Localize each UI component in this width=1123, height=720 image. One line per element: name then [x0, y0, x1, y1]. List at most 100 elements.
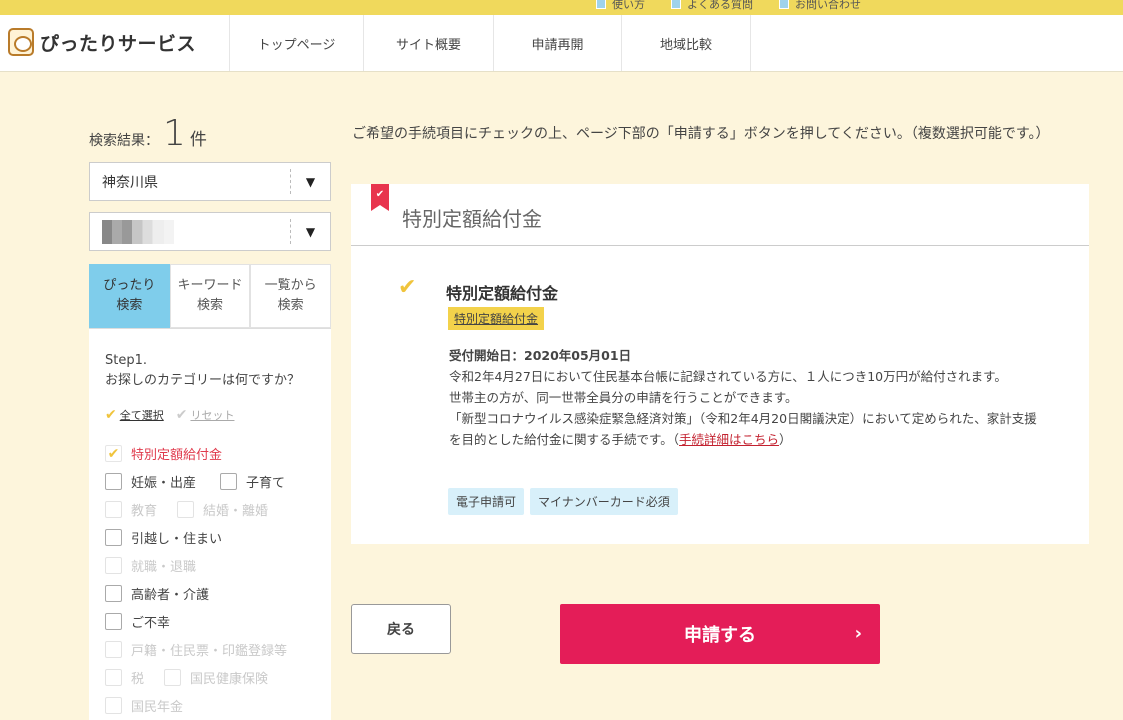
- top-strip: 使い方 よくある質問 お問い合わせ: [0, 0, 1123, 15]
- apply-label: 申請する: [684, 625, 756, 646]
- category-label: 就職・退職: [131, 560, 197, 575]
- check-icon: ✔: [107, 445, 120, 462]
- tab-label: 検索: [197, 298, 224, 313]
- site-logo[interactable]: ぴったりサービス: [8, 28, 196, 56]
- arrow-glyph: ▼: [305, 174, 316, 189]
- nav-resume-application[interactable]: 申請再開: [493, 15, 621, 71]
- description-close: ）: [779, 432, 792, 447]
- checkbox: [105, 641, 122, 658]
- result-unit: 件: [189, 130, 207, 150]
- nav-region-compare[interactable]: 地域比較: [621, 15, 751, 71]
- chevron-right-icon: ›: [854, 623, 862, 644]
- category-label: 特別定額給付金: [131, 448, 223, 463]
- start-date: 受付開始日：2020年05月01日: [449, 348, 632, 363]
- checkbox[interactable]: [105, 529, 122, 546]
- checkbox[interactable]: [105, 473, 122, 490]
- nav-label: 地域比較: [659, 37, 712, 53]
- category-bereavement[interactable]: ご不幸: [105, 612, 170, 631]
- checkbox: [105, 697, 122, 714]
- category-label: 子育て: [246, 476, 286, 491]
- result-number: 1: [163, 113, 186, 154]
- dropdown-arrow-icon: ▼: [290, 219, 330, 244]
- tab-label: 一覧から: [264, 278, 317, 293]
- checkbox: [105, 557, 122, 574]
- tab-label: ぴったり: [103, 278, 156, 293]
- reset-link[interactable]: ✔ リセット: [176, 407, 235, 423]
- check-icon: ✔: [398, 275, 417, 300]
- checkbox[interactable]: [105, 585, 122, 602]
- apply-button[interactable]: 申請する ›: [560, 604, 880, 664]
- category-label: 戸籍・住民票・印鑑登録等: [131, 644, 288, 659]
- step-question: お探しのカテゴリーは何ですか？: [105, 373, 301, 388]
- procedure-checkbox[interactable]: ✔: [398, 275, 416, 300]
- category-label: 税: [131, 672, 145, 687]
- select-all-link[interactable]: ✔ 全て選択: [105, 407, 164, 423]
- category-employment: 就職・退職: [105, 556, 196, 575]
- checkbox: [177, 501, 194, 518]
- procedure-detail-link[interactable]: 手続詳細はこちら: [679, 432, 779, 447]
- nav-label: 申請再開: [531, 37, 584, 53]
- utility-link-howto[interactable]: 使い方: [596, 0, 645, 12]
- utility-link-label: 使い方: [612, 0, 645, 11]
- bullet-icon: [671, 0, 681, 9]
- category-label: 教育: [131, 504, 158, 519]
- category-family-register: 戸籍・住民票・印鑑登録等: [105, 640, 287, 659]
- category-tax: 税: [105, 668, 144, 687]
- procedure-title: 特別定額給付金: [446, 284, 559, 303]
- category-panel: Step1. お探しのカテゴリーは何ですか？ ✔ 全て選択 ✔ リセット ✔ 特別定額…: [89, 328, 331, 720]
- category-moving[interactable]: 引越し・住まい: [105, 528, 222, 547]
- result-label: 検索結果：: [89, 133, 159, 149]
- category-elderly-care[interactable]: 高齢者・介護: [105, 584, 209, 603]
- card-divider: [351, 245, 1089, 246]
- tab-list-search[interactable]: 一覧から 検索: [250, 264, 332, 328]
- utility-link-label: よくある質問: [687, 0, 753, 11]
- tab-label: キーワード: [177, 278, 243, 293]
- category-pension: 国民年金: [105, 696, 183, 715]
- category-childcare[interactable]: 子育て: [220, 472, 285, 491]
- category-marriage: 結婚・離婚: [177, 500, 268, 519]
- nav-top-page[interactable]: トップページ: [229, 15, 363, 71]
- nav-site-overview[interactable]: サイト概要: [363, 15, 493, 71]
- tab-label: 検索: [277, 298, 304, 313]
- tab-pittari-search[interactable]: ぴったり 検索: [89, 264, 170, 335]
- bookmark-ribbon-icon: ✔: [371, 184, 389, 211]
- logo-icon: [8, 28, 34, 56]
- dropdown-arrow-icon: ▼: [290, 169, 330, 194]
- municipality-select[interactable]: ▼: [89, 212, 331, 251]
- back-label: 戻る: [387, 622, 415, 638]
- step-heading: Step1. お探しのカテゴリーは何ですか？: [105, 351, 300, 391]
- tab-label: 検索: [116, 298, 143, 313]
- category-label: 国民健康保険: [190, 672, 269, 687]
- category-pregnancy[interactable]: 妊娠・出産: [105, 472, 196, 491]
- utility-link-faq[interactable]: よくある質問: [671, 0, 753, 12]
- checkbox: [105, 501, 122, 518]
- category-special-benefit[interactable]: ✔ 特別定額給付金: [105, 444, 222, 463]
- main-nav: トップページ サイト概要 申請再開 地域比較: [229, 15, 751, 71]
- reset-label: リセット: [190, 409, 235, 422]
- utility-link-contact[interactable]: お問い合わせ: [779, 0, 861, 12]
- prefecture-value: 神奈川県: [102, 174, 158, 191]
- tab-keyword-search[interactable]: キーワード 検索: [169, 264, 251, 328]
- category-health-insurance: 国民健康保険: [164, 668, 268, 687]
- search-mode-tabs: ぴったり 検索 キーワード 検索 一覧から 検索: [89, 264, 332, 335]
- check-icon: ✔: [105, 407, 117, 423]
- checkbox[interactable]: [105, 613, 122, 630]
- checkbox[interactable]: [220, 473, 237, 490]
- description-line: 世帯主の方が、同一世帯全員分の申請を行うことができます。: [449, 390, 798, 405]
- select-all-label: 全て選択: [119, 409, 164, 422]
- select-controls: ✔ 全て選択 ✔ リセット: [105, 407, 234, 423]
- description-line: 令和2年4月27日において住民基本台帳に記録されている方に、１人につき10万円が…: [449, 369, 1007, 384]
- checkbox: [164, 669, 181, 686]
- tag-electronic-application: 電子申請可: [448, 488, 525, 515]
- checkbox[interactable]: ✔: [105, 445, 122, 462]
- category-label: 国民年金: [131, 700, 184, 715]
- utility-link-label: お問い合わせ: [795, 0, 861, 11]
- checkbox: [105, 669, 122, 686]
- procedure-description: 受付開始日：2020年05月01日 令和2年4月27日において住民基本台帳に記録…: [449, 345, 1039, 450]
- prefecture-select[interactable]: 神奈川県 ▼: [89, 162, 331, 201]
- procedure-category-tag[interactable]: 特別定額給付金: [448, 307, 545, 330]
- procedure-tags: 電子申請可 マイナンバーカード必須: [448, 488, 678, 515]
- arrow-glyph: ▼: [305, 224, 316, 239]
- nav-label: トップページ: [257, 37, 336, 53]
- back-button[interactable]: 戻る: [351, 604, 451, 654]
